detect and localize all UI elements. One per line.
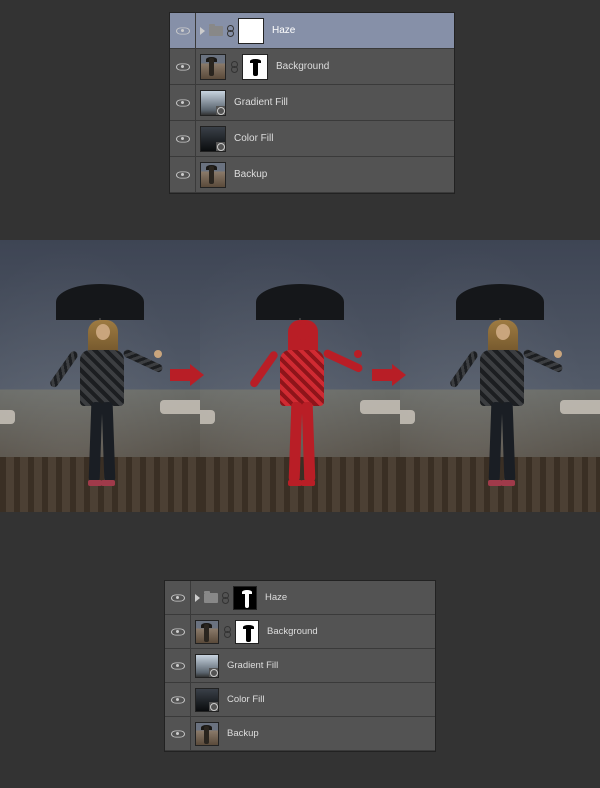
- layer-name-label: Color Fill: [227, 694, 264, 705]
- adjustment-icon: [216, 142, 226, 152]
- subject-person: [474, 302, 526, 482]
- layer-name-label: Gradient Fill: [227, 660, 278, 671]
- layer-main[interactable]: Color Fill: [196, 126, 454, 152]
- layer-row-haze[interactable]: Haze: [165, 581, 435, 615]
- adjustment-icon: [216, 106, 226, 116]
- layer-main[interactable]: Background: [196, 54, 454, 80]
- arrow-right-icon: [372, 364, 406, 386]
- layer-row-backup[interactable]: Backup: [165, 717, 435, 751]
- layer-name-label: Backup: [234, 169, 267, 180]
- link-icon: [226, 24, 235, 38]
- layer-main[interactable]: Gradient Fill: [196, 90, 454, 116]
- eye-icon: [171, 661, 185, 671]
- layer-thumbnail[interactable]: [200, 90, 226, 116]
- umbrella-icon: [56, 284, 144, 320]
- layer-row-gradient-fill[interactable]: Gradient Fill: [165, 649, 435, 683]
- visibility-toggle[interactable]: [170, 85, 196, 120]
- eye-icon: [176, 170, 190, 180]
- adjustment-icon: [209, 702, 219, 712]
- layer-thumbnail[interactable]: [195, 722, 219, 746]
- subject-person-masked: [274, 302, 326, 482]
- layer-main[interactable]: Haze: [191, 586, 435, 610]
- visibility-toggle[interactable]: [170, 157, 196, 192]
- eye-icon: [171, 729, 185, 739]
- visibility-toggle[interactable]: [165, 615, 191, 648]
- layer-main[interactable]: Background: [191, 620, 435, 644]
- visibility-toggle[interactable]: [165, 717, 191, 750]
- disclosure-triangle-icon[interactable]: [195, 594, 200, 602]
- layers-panel-after[interactable]: Haze Background Gradient Fill Color Fill…: [164, 580, 436, 752]
- eye-icon: [176, 62, 190, 72]
- layer-thumbnail[interactable]: [200, 162, 226, 188]
- visibility-toggle[interactable]: [165, 581, 191, 614]
- layer-name-label: Haze: [272, 25, 295, 36]
- preview-sequence: [0, 240, 600, 512]
- preview-frame-after: [400, 240, 600, 512]
- visibility-toggle[interactable]: [165, 683, 191, 716]
- layer-name-label: Color Fill: [234, 133, 273, 144]
- layer-row-color-fill[interactable]: Color Fill: [165, 683, 435, 717]
- disclosure-triangle-icon[interactable]: [200, 27, 205, 35]
- layer-row-gradient-fill[interactable]: Gradient Fill: [170, 85, 454, 121]
- layer-row-background[interactable]: Background: [165, 615, 435, 649]
- layer-mask-thumbnail[interactable]: [233, 586, 257, 610]
- layer-thumbnail[interactable]: [200, 54, 226, 80]
- folder-icon: [204, 593, 218, 603]
- layer-mask-thumbnail[interactable]: [238, 18, 264, 44]
- adjustment-icon: [209, 668, 219, 678]
- layer-row-color-fill[interactable]: Color Fill: [170, 121, 454, 157]
- link-icon: [221, 591, 230, 605]
- layer-name-label: Gradient Fill: [234, 97, 288, 108]
- eye-icon: [176, 26, 190, 36]
- visibility-toggle[interactable]: [170, 13, 196, 48]
- layer-name-label: Background: [276, 61, 329, 72]
- layer-name-label: Backup: [227, 728, 259, 739]
- layer-thumbnail[interactable]: [200, 126, 226, 152]
- layer-row-background[interactable]: Background: [170, 49, 454, 85]
- layer-mask-thumbnail[interactable]: [242, 54, 268, 80]
- layer-thumbnail[interactable]: [195, 654, 219, 678]
- eye-icon: [176, 134, 190, 144]
- layer-name-label: Background: [267, 626, 318, 637]
- visibility-toggle[interactable]: [165, 649, 191, 682]
- layers-panel-before[interactable]: Haze Background Gradient Fill Color Fill…: [169, 12, 455, 194]
- umbrella-icon: [456, 284, 544, 320]
- preview-frame-mask-overlay: [200, 240, 400, 512]
- eye-icon: [171, 627, 185, 637]
- layer-mask-thumbnail[interactable]: [235, 620, 259, 644]
- visibility-toggle[interactable]: [170, 49, 196, 84]
- link-icon: [230, 60, 239, 74]
- folder-icon: [209, 26, 223, 36]
- visibility-toggle[interactable]: [170, 121, 196, 156]
- layer-main[interactable]: Backup: [191, 722, 435, 746]
- umbrella-icon: [256, 284, 344, 320]
- layer-thumbnail[interactable]: [195, 620, 219, 644]
- layer-main[interactable]: Haze: [196, 18, 454, 44]
- eye-icon: [171, 593, 185, 603]
- arrow-right-icon: [170, 364, 204, 386]
- layer-name-label: Haze: [265, 592, 287, 603]
- link-icon: [223, 625, 232, 639]
- layer-thumbnail[interactable]: [195, 688, 219, 712]
- layer-main[interactable]: Backup: [196, 162, 454, 188]
- eye-icon: [176, 98, 190, 108]
- layer-row-backup[interactable]: Backup: [170, 157, 454, 193]
- eye-icon: [171, 695, 185, 705]
- layer-main[interactable]: Gradient Fill: [191, 654, 435, 678]
- subject-person: [74, 302, 126, 482]
- layer-main[interactable]: Color Fill: [191, 688, 435, 712]
- layer-row-haze[interactable]: Haze: [170, 13, 454, 49]
